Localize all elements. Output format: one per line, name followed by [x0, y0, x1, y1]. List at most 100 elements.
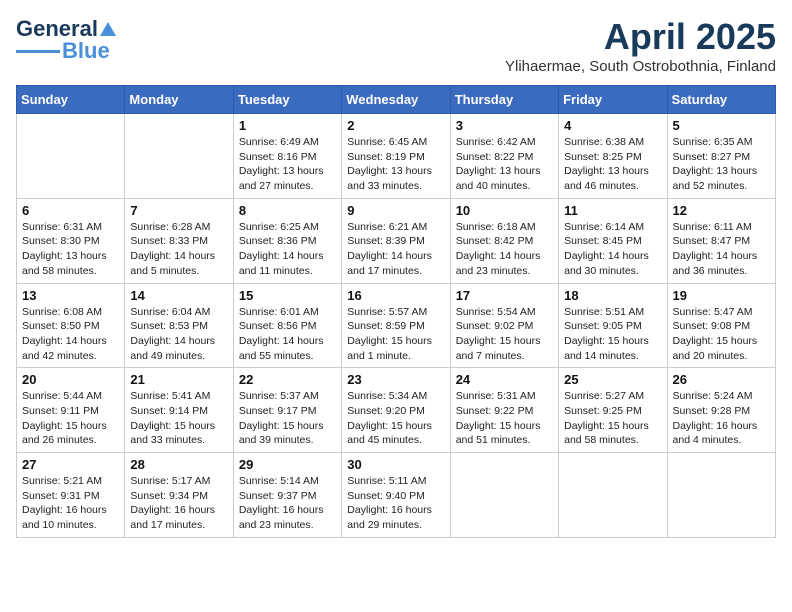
cell-info: Sunrise: 5:44 AMSunset: 9:11 PMDaylight:…	[22, 389, 119, 448]
day-number: 10	[456, 203, 553, 218]
cell-info: Sunrise: 6:08 AMSunset: 8:50 PMDaylight:…	[22, 305, 119, 364]
calendar-cell	[667, 453, 775, 538]
day-number: 29	[239, 457, 336, 472]
calendar-cell: 30 Sunrise: 5:11 AMSunset: 9:40 PMDayligh…	[342, 453, 450, 538]
calendar-cell: 20Sunrise: 5:44 AMSunset: 9:11 PMDayligh…	[17, 368, 125, 453]
day-number: 14	[130, 288, 227, 303]
cell-info: Sunrise: 6:18 AMSunset: 8:42 PMDaylight:…	[456, 220, 553, 279]
day-number: 22	[239, 372, 336, 387]
cell-info: Sunrise: 5:47 AMSunset: 9:08 PMDaylight:…	[673, 305, 770, 364]
calendar-cell: 6 Sunrise: 6:31 AMSunset: 8:30 PMDaylight…	[17, 198, 125, 283]
day-header-friday: Friday	[559, 86, 667, 114]
day-number: 8	[239, 203, 336, 218]
calendar-week-5: 27Sunrise: 5:21 AMSunset: 9:31 PMDayligh…	[17, 453, 776, 538]
cell-info: Sunrise: 6:01 AMSunset: 8:56 PMDaylight:…	[239, 305, 336, 364]
calendar-cell: 9 Sunrise: 6:21 AMSunset: 8:39 PMDaylight…	[342, 198, 450, 283]
calendar-cell: 4 Sunrise: 6:38 AMSunset: 8:25 PMDaylight…	[559, 114, 667, 199]
calendar-cell: 12 Sunrise: 6:11 AMSunset: 8:47 PMDayligh…	[667, 198, 775, 283]
calendar-cell: 26 Sunrise: 5:24 AMSunset: 9:28 PMDayligh…	[667, 368, 775, 453]
calendar-cell: 10 Sunrise: 6:18 AMSunset: 8:42 PMDayligh…	[450, 198, 558, 283]
cell-info: Sunrise: 6:21 AMSunset: 8:39 PMDaylight:…	[347, 220, 444, 279]
cell-info: Sunrise: 5:14 AMSunset: 9:37 PMDaylight:…	[239, 474, 336, 533]
cell-info: Sunrise: 5:11 AMSunset: 9:40 PMDaylight:…	[347, 474, 444, 533]
calendar-cell: 3Sunrise: 6:42 AMSunset: 8:22 PMDaylight…	[450, 114, 558, 199]
calendar-cell: 28 Sunrise: 5:17 AMSunset: 9:34 PMDayligh…	[125, 453, 233, 538]
day-number: 24	[456, 372, 553, 387]
cell-info: Sunrise: 5:57 AMSunset: 8:59 PMDaylight:…	[347, 305, 444, 364]
calendar-cell: 5 Sunrise: 6:35 AMSunset: 8:27 PMDaylight…	[667, 114, 775, 199]
day-number: 30	[347, 457, 444, 472]
cell-info: Sunrise: 6:04 AMSunset: 8:53 PMDaylight:…	[130, 305, 227, 364]
day-number: 26	[673, 372, 770, 387]
day-number: 4	[564, 118, 661, 133]
calendar-week-3: 13 Sunrise: 6:08 AMSunset: 8:50 PMDayligh…	[17, 283, 776, 368]
cell-info: Sunrise: 5:54 AMSunset: 9:02 PMDaylight:…	[456, 305, 553, 364]
calendar-cell: 1 Sunrise: 6:49 AMSunset: 8:16 PMDaylight…	[233, 114, 341, 199]
calendar-cell: 7 Sunrise: 6:28 AMSunset: 8:33 PMDaylight…	[125, 198, 233, 283]
calendar-cell	[559, 453, 667, 538]
logo-underline	[16, 50, 60, 53]
cell-info: Sunrise: 5:17 AMSunset: 9:34 PMDaylight:…	[130, 474, 227, 533]
cell-info: Sunrise: 6:28 AMSunset: 8:33 PMDaylight:…	[130, 220, 227, 279]
cell-info: Sunrise: 6:49 AMSunset: 8:16 PMDaylight:…	[239, 135, 336, 194]
cell-info: Sunrise: 5:24 AMSunset: 9:28 PMDaylight:…	[673, 389, 770, 448]
logo-blue: Blue	[62, 38, 110, 64]
day-number: 25	[564, 372, 661, 387]
day-number: 21	[130, 372, 227, 387]
day-number: 12	[673, 203, 770, 218]
day-number: 7	[130, 203, 227, 218]
cell-info: Sunrise: 5:37 AMSunset: 9:17 PMDaylight:…	[239, 389, 336, 448]
day-number: 9	[347, 203, 444, 218]
calendar-week-4: 20Sunrise: 5:44 AMSunset: 9:11 PMDayligh…	[17, 368, 776, 453]
cell-info: Sunrise: 5:34 AMSunset: 9:20 PMDaylight:…	[347, 389, 444, 448]
day-header-tuesday: Tuesday	[233, 86, 341, 114]
day-header-thursday: Thursday	[450, 86, 558, 114]
day-number: 28	[130, 457, 227, 472]
calendar-cell: 8Sunrise: 6:25 AMSunset: 8:36 PMDaylight…	[233, 198, 341, 283]
cell-info: Sunrise: 6:38 AMSunset: 8:25 PMDaylight:…	[564, 135, 661, 194]
calendar-cell: 11Sunrise: 6:14 AMSunset: 8:45 PMDayligh…	[559, 198, 667, 283]
day-header-monday: Monday	[125, 86, 233, 114]
calendar-cell: 16 Sunrise: 5:57 AMSunset: 8:59 PMDayligh…	[342, 283, 450, 368]
cell-info: Sunrise: 5:27 AMSunset: 9:25 PMDaylight:…	[564, 389, 661, 448]
day-number: 6	[22, 203, 119, 218]
calendar-cell	[450, 453, 558, 538]
cell-info: Sunrise: 6:31 AMSunset: 8:30 PMDaylight:…	[22, 220, 119, 279]
day-number: 1	[239, 118, 336, 133]
day-number: 13	[22, 288, 119, 303]
calendar-week-2: 6 Sunrise: 6:31 AMSunset: 8:30 PMDaylight…	[17, 198, 776, 283]
day-number: 19	[673, 288, 770, 303]
day-number: 15	[239, 288, 336, 303]
calendar-cell: 19 Sunrise: 5:47 AMSunset: 9:08 PMDayligh…	[667, 283, 775, 368]
cell-info: Sunrise: 6:11 AMSunset: 8:47 PMDaylight:…	[673, 220, 770, 279]
cell-info: Sunrise: 6:42 AMSunset: 8:22 PMDaylight:…	[456, 135, 553, 194]
day-number: 5	[673, 118, 770, 133]
calendar-week-1: 1 Sunrise: 6:49 AMSunset: 8:16 PMDaylight…	[17, 114, 776, 199]
calendar-cell: 17Sunrise: 5:54 AMSunset: 9:02 PMDayligh…	[450, 283, 558, 368]
day-header-saturday: Saturday	[667, 86, 775, 114]
day-number: 27	[22, 457, 119, 472]
calendar-cell: 13 Sunrise: 6:08 AMSunset: 8:50 PMDayligh…	[17, 283, 125, 368]
day-number: 16	[347, 288, 444, 303]
page-header: General Blue April 2025 Ylihaermae, Sout…	[16, 16, 776, 75]
calendar-cell	[125, 114, 233, 199]
calendar-cell: 23 Sunrise: 5:34 AMSunset: 9:20 PMDayligh…	[342, 368, 450, 453]
logo-triangle-icon	[99, 20, 117, 38]
month-year: April 2025	[505, 16, 776, 58]
calendar-cell: 27Sunrise: 5:21 AMSunset: 9:31 PMDayligh…	[17, 453, 125, 538]
calendar-cell	[17, 114, 125, 199]
day-header-wednesday: Wednesday	[342, 86, 450, 114]
logo: General Blue	[16, 16, 118, 64]
calendar-cell: 24Sunrise: 5:31 AMSunset: 9:22 PMDayligh…	[450, 368, 558, 453]
day-header-sunday: Sunday	[17, 86, 125, 114]
day-number: 23	[347, 372, 444, 387]
day-number: 18	[564, 288, 661, 303]
calendar-cell: 18Sunrise: 5:51 AMSunset: 9:05 PMDayligh…	[559, 283, 667, 368]
cell-info: Sunrise: 6:35 AMSunset: 8:27 PMDaylight:…	[673, 135, 770, 194]
calendar-cell: 21Sunrise: 5:41 AMSunset: 9:14 PMDayligh…	[125, 368, 233, 453]
calendar-cell: 14 Sunrise: 6:04 AMSunset: 8:53 PMDayligh…	[125, 283, 233, 368]
calendar-cell: 15 Sunrise: 6:01 AMSunset: 8:56 PMDayligh…	[233, 283, 341, 368]
title-block: April 2025 Ylihaermae, South Ostrobothni…	[505, 16, 776, 75]
day-number: 2	[347, 118, 444, 133]
cell-info: Sunrise: 6:45 AMSunset: 8:19 PMDaylight:…	[347, 135, 444, 194]
